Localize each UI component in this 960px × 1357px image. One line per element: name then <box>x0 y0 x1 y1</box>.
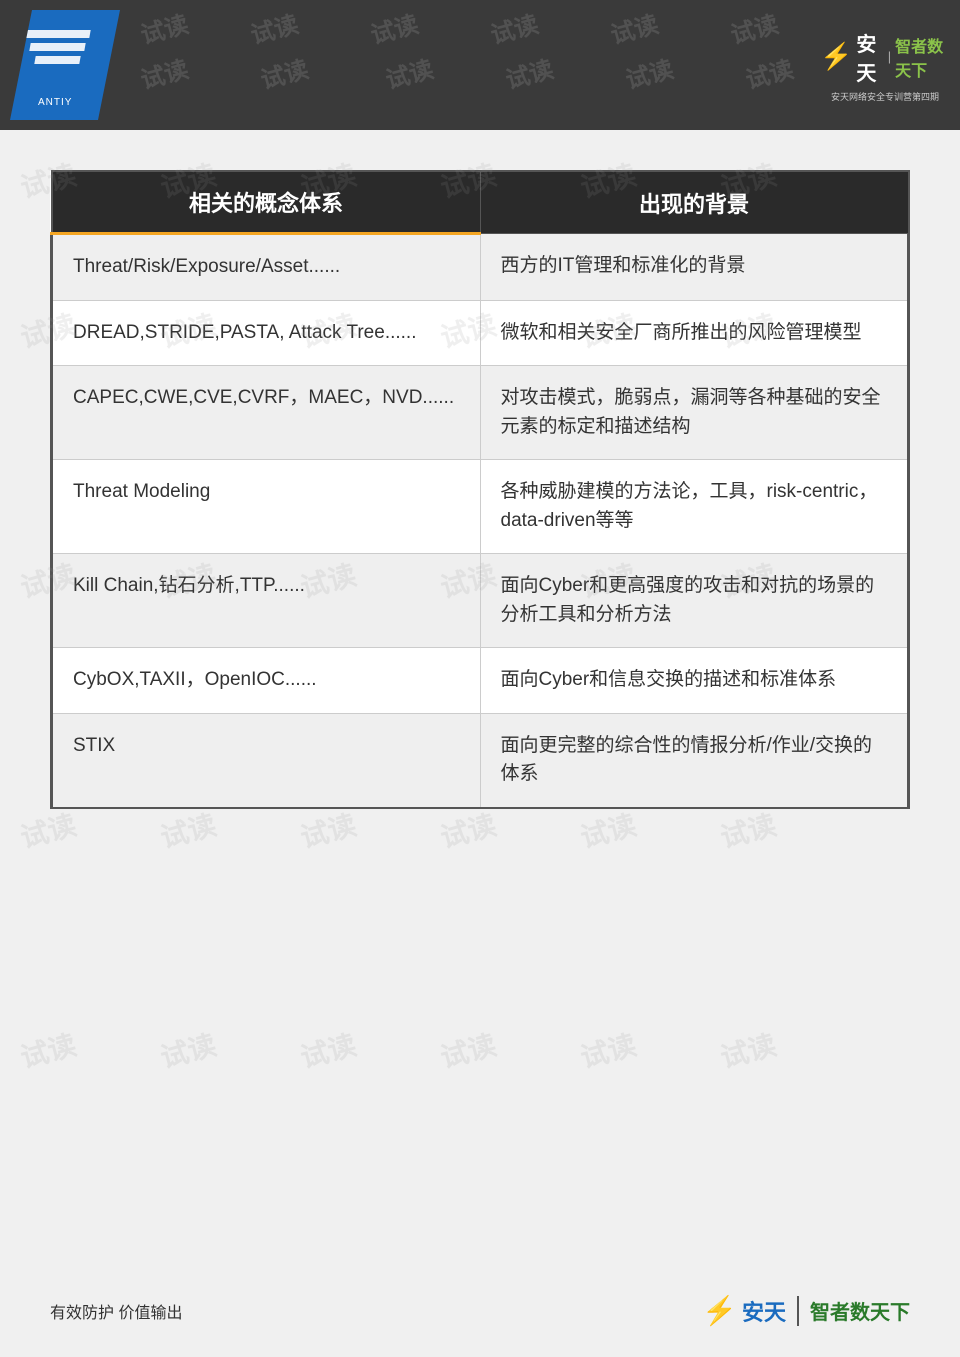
table-cell-right-3: 各种威胁建模的方法论，工具，risk-centric，data-driven等等 <box>480 460 909 554</box>
table-cell-left-1: DREAD,STRIDE,PASTA, Attack Tree...... <box>52 300 481 366</box>
table-cell-right-6: 面向更完整的综合性的情报分析/作业/交换的体系 <box>480 713 909 808</box>
watermark-10: 试读 <box>501 49 556 95</box>
table-row: Threat Modeling各种威胁建模的方法论，工具，risk-centri… <box>52 460 909 554</box>
cwm-22: 试读 <box>436 803 500 856</box>
table-cell-left-6: STIX <box>52 713 481 808</box>
col2-header: 出现的背景 <box>480 171 909 234</box>
watermark-9: 试读 <box>381 49 436 95</box>
brand-divider-header: | <box>888 49 891 64</box>
lightning-icon: ⚡ <box>820 41 852 72</box>
table-header-row: 相关的概念体系 出现的背景 <box>52 171 909 234</box>
table-cell-left-0: Threat/Risk/Exposure/Asset...... <box>52 234 481 301</box>
cwm-28: 试读 <box>436 1023 500 1076</box>
table-cell-right-5: 面向Cyber和信息交换的描述和标准体系 <box>480 648 909 714</box>
cwm-20: 试读 <box>156 803 220 856</box>
antiy-label: ANTIY <box>38 97 72 108</box>
watermark-1: 试读 <box>136 4 191 50</box>
table-cell-left-5: CybOX,TAXII，OpenIOC...... <box>52 648 481 714</box>
footer-brand: ⚡ 安天 智者数天下 <box>702 1294 910 1327</box>
table-row: Threat/Risk/Exposure/Asset......西方的IT管理和… <box>52 234 909 301</box>
table-row: CybOX,TAXII，OpenIOC......面向Cyber和信息交换的描述… <box>52 648 909 714</box>
footer-brand-divider <box>797 1296 799 1326</box>
cwm-24: 试读 <box>716 803 780 856</box>
cwm-19: 试读 <box>16 803 80 856</box>
cwm-21: 试读 <box>296 803 360 856</box>
header: ANTIY 试读 试读 试读 试读 试读 试读 试读 试读 试读 试读 试读 试… <box>0 0 960 130</box>
logo-stripes <box>25 30 95 69</box>
table-cell-left-3: Threat Modeling <box>52 460 481 554</box>
table-cell-right-1: 微软和相关安全厂商所推出的风险管理模型 <box>480 300 909 366</box>
watermark-2: 试读 <box>246 4 301 50</box>
brand-tagline: 安天网络安全专训营第四期 <box>831 90 939 103</box>
cwm-27: 试读 <box>296 1023 360 1076</box>
watermark-6: 试读 <box>726 4 781 50</box>
watermark-4: 试读 <box>486 4 541 50</box>
watermark-7: 试读 <box>136 49 191 95</box>
watermark-11: 试读 <box>621 49 676 95</box>
table-cell-left-4: Kill Chain,钻石分析,TTP...... <box>52 554 481 648</box>
table-row: DREAD,STRIDE,PASTA, Attack Tree......微软和… <box>52 300 909 366</box>
table-cell-right-0: 西方的IT管理和标准化的背景 <box>480 234 909 301</box>
footer-tagline: 有效防护 价值输出 <box>50 1299 182 1323</box>
logo-box: ANTIY <box>10 10 120 120</box>
watermark-12: 试读 <box>741 49 796 95</box>
cwm-23: 试读 <box>576 803 640 856</box>
main-content: 试读 试读 试读 试读 试读 试读 试读 试读 试读 试读 试读 试读 试读 试… <box>0 130 960 849</box>
table-row: STIX面向更完整的综合性的情报分析/作业/交换的体系 <box>52 713 909 808</box>
footer-brand-name: 安天 <box>742 1295 786 1327</box>
brand-box-header: ⚡ 安天 | 智者数天下 安天网络安全专训营第四期 <box>820 15 950 115</box>
table-cell-right-4: 面向Cyber和更高强度的攻击和对抗的场景的分析工具和分析方法 <box>480 554 909 648</box>
footer-brand-sub: 智者数天下 <box>810 1296 910 1325</box>
table-cell-right-2: 对攻击模式，脆弱点，漏洞等各种基础的安全元素的标定和描述结构 <box>480 366 909 460</box>
footer-lightning-icon: ⚡ <box>702 1294 737 1327</box>
cwm-25: 试读 <box>16 1023 80 1076</box>
footer: 有效防护 价值输出 ⚡ 安天 智者数天下 <box>0 1294 960 1327</box>
table-row: Kill Chain,钻石分析,TTP......面向Cyber和更高强度的攻击… <box>52 554 909 648</box>
watermark-5: 试读 <box>606 4 661 50</box>
header-watermark-area: 试读 试读 试读 试读 试读 试读 试读 试读 试读 试读 试读 试读 <box>120 0 820 130</box>
watermark-8: 试读 <box>256 49 311 95</box>
col1-header: 相关的概念体系 <box>52 171 481 234</box>
table-cell-left-2: CAPEC,CWE,CVE,CVRF，MAEC，NVD...... <box>52 366 481 460</box>
brand-sub-header: 智者数天下 <box>895 33 950 81</box>
brand-name-header: 安天 <box>856 28 883 86</box>
concept-table: 相关的概念体系 出现的背景 Threat/Risk/Exposure/Asset… <box>50 170 910 809</box>
cwm-26: 试读 <box>156 1023 220 1076</box>
watermark-3: 试读 <box>366 4 421 50</box>
table-row: CAPEC,CWE,CVE,CVRF，MAEC，NVD......对攻击模式，脆… <box>52 366 909 460</box>
cwm-30: 试读 <box>716 1023 780 1076</box>
cwm-29: 试读 <box>576 1023 640 1076</box>
